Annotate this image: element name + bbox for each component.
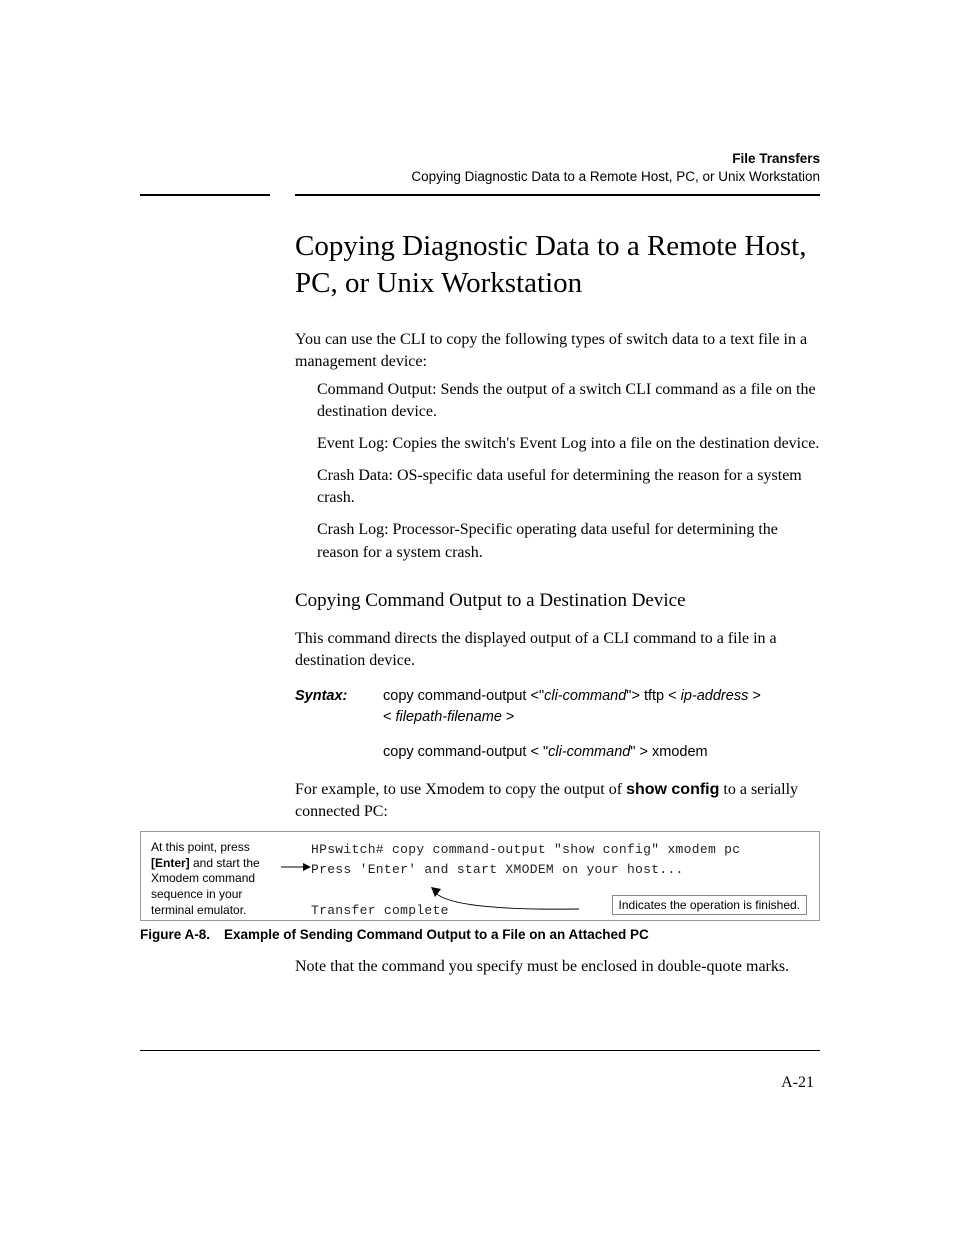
figure-callout-right: Indicates the operation is finished. — [612, 895, 807, 915]
running-header-subtitle: Copying Diagnostic Data to a Remote Host… — [140, 168, 820, 186]
running-header-title: File Transfers — [140, 150, 820, 168]
subsection-heading: Copying Command Output to a Destination … — [295, 588, 820, 614]
intro-paragraph: You can use the CLI to copy the followin… — [295, 329, 820, 373]
bullet-list: Command Output: Sends the output of a sw… — [295, 379, 820, 564]
arrow-right-icon — [281, 862, 311, 872]
example-lead: For example, to use Xmodem to copy the o… — [295, 779, 820, 823]
syntax-block: Syntax: copy command-output <"cli-comman… — [295, 686, 820, 763]
subsection-intro: This command directs the displayed outpu… — [295, 628, 820, 672]
header-rules — [140, 194, 820, 206]
list-item: Crash Log: Processor-Specific operating … — [317, 519, 820, 563]
syntax-body: copy command-output <"cli-command"> tftp… — [383, 686, 820, 763]
running-header: File Transfers Copying Diagnostic Data t… — [140, 150, 820, 186]
page-number: A-21 — [781, 1074, 814, 1092]
figure-box: At this point, press [Enter] and start t… — [140, 831, 820, 921]
figure-callout-left: At this point, press [Enter] and start t… — [151, 840, 281, 918]
arrow-curved-icon — [431, 887, 581, 915]
section-title: Copying Diagnostic Data to a Remote Host… — [295, 228, 820, 301]
footer-rule — [140, 1050, 820, 1051]
list-item: Crash Data: OS-specific data useful for … — [317, 465, 820, 509]
list-item: Command Output: Sends the output of a sw… — [317, 379, 820, 423]
syntax-label: Syntax: — [295, 686, 383, 763]
figure-caption: Figure A-8.Example of Sending Command Ou… — [140, 927, 820, 942]
list-item: Event Log: Copies the switch's Event Log… — [317, 433, 820, 455]
note-paragraph: Note that the command you specify must b… — [295, 956, 820, 978]
